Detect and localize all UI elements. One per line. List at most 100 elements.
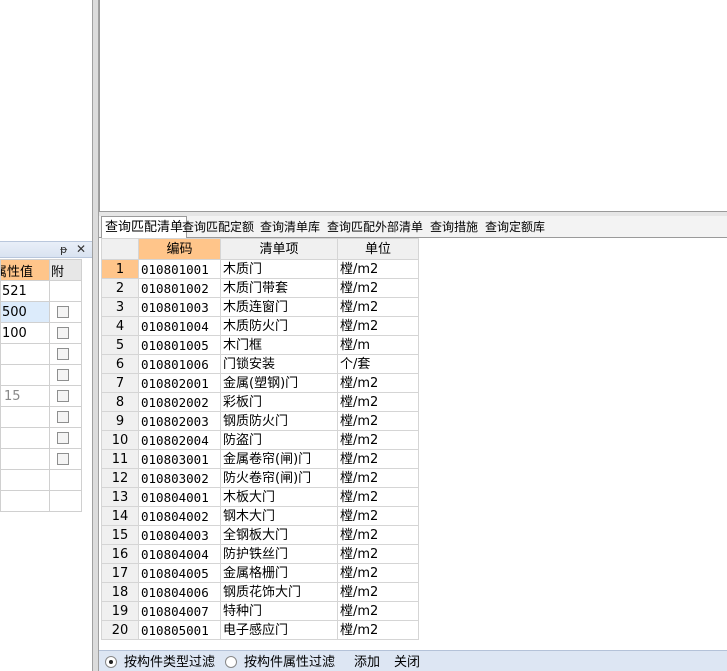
cell-unit[interactable]: 樘/m2 [337,316,419,336]
cell-code[interactable]: 010801001 [138,259,221,279]
cell-unit[interactable]: 樘/m2 [337,449,419,469]
cell-item[interactable]: 特种门 [220,601,338,621]
cell-item[interactable]: 防护铁丝门 [220,544,338,564]
cell-item[interactable]: 电子感应门 [220,620,338,640]
cell-item[interactable]: 木板大门 [220,487,338,507]
row-number[interactable]: 19 [101,601,139,621]
cell-item[interactable]: 金属卷帘(闸)门 [220,449,338,469]
cell-unit[interactable]: 樘/m2 [337,373,419,393]
property-row[interactable] [0,364,82,386]
cell-item[interactable]: 防火卷帘(闸)门 [220,468,338,488]
attach-checkbox[interactable] [57,348,69,360]
property-value[interactable] [0,343,50,365]
cell-item[interactable]: 木质门 [220,259,338,279]
property-value[interactable]: 100 [0,322,50,344]
table-row[interactable]: 10 010802004 防盗门 樘/m2 [101,430,419,450]
table-row[interactable]: 20 010805001 电子感应门 樘/m2 [101,620,419,640]
row-number[interactable]: 8 [101,392,139,412]
table-row[interactable]: 13 010804001 木板大门 樘/m2 [101,487,419,507]
property-row[interactable]: 15 [0,385,82,407]
radio-by-type-label[interactable]: 按构件类型过滤 [124,654,224,671]
row-number[interactable]: 5 [101,335,139,355]
row-number[interactable]: 20 [101,620,139,640]
row-number[interactable]: 17 [101,563,139,583]
cell-unit[interactable]: 樘/m2 [337,582,419,602]
cell-unit[interactable]: 樘/m2 [337,278,419,298]
table-row[interactable]: 11 010803001 金属卷帘(闸)门 樘/m2 [101,449,419,469]
table-row[interactable]: 1 010801001 木质门 樘/m2 [101,259,419,279]
property-value[interactable] [0,427,50,449]
vertical-splitter[interactable] [92,0,99,671]
property-value[interactable] [0,490,50,512]
cell-unit[interactable]: 樘/m2 [337,297,419,317]
row-number[interactable]: 9 [101,411,139,431]
close-button[interactable]: 关闭 [394,654,420,671]
property-value[interactable] [0,469,50,491]
pin-icon[interactable]: ᵽ [60,242,67,257]
header-unit[interactable]: 单位 [337,238,419,260]
radio-by-attr-label[interactable]: 按构件属性过滤 [244,654,344,671]
cell-item[interactable]: 彩板门 [220,392,338,412]
cell-code[interactable]: 010802004 [138,430,221,450]
cell-code[interactable]: 010801005 [138,335,221,355]
row-number[interactable]: 1 [101,259,139,279]
cell-unit[interactable]: 樘/m2 [337,430,419,450]
property-row[interactable] [0,448,82,470]
row-number[interactable]: 2 [101,278,139,298]
cell-code[interactable]: 010804001 [138,487,221,507]
table-row[interactable]: 7 010802001 金属(塑钢)门 樘/m2 [101,373,419,393]
header-item[interactable]: 清单项 [220,238,338,260]
cell-item[interactable]: 木质连窗门 [220,297,338,317]
close-icon[interactable]: ✕ [76,242,86,257]
header-code[interactable]: 编码 [138,238,221,260]
cell-unit[interactable]: 个/套 [337,354,419,374]
tab-query-external-list[interactable]: 查询匹配外部清单 [327,218,423,236]
cell-item[interactable]: 金属格栅门 [220,563,338,583]
cell-code[interactable]: 010802001 [138,373,221,393]
cell-unit[interactable]: 樘/m2 [337,544,419,564]
cell-code[interactable]: 010804006 [138,582,221,602]
property-row[interactable]: 100 [0,322,82,344]
cell-item[interactable]: 钢木大门 [220,506,338,526]
table-row[interactable]: 3 010801003 木质连窗门 樘/m2 [101,297,419,317]
cell-code[interactable]: 010801002 [138,278,221,298]
cell-item[interactable]: 全钢板大门 [220,525,338,545]
cell-code[interactable]: 010802002 [138,392,221,412]
cell-code[interactable]: 010805001 [138,620,221,640]
cell-unit[interactable]: 樘/m2 [337,487,419,507]
row-number[interactable]: 18 [101,582,139,602]
table-row[interactable]: 16 010804004 防护铁丝门 樘/m2 [101,544,419,564]
row-number[interactable]: 3 [101,297,139,317]
attach-checkbox[interactable] [57,390,69,402]
cell-item[interactable]: 钢质防火门 [220,411,338,431]
table-row[interactable]: 18 010804006 钢质花饰大门 樘/m2 [101,582,419,602]
cell-code[interactable]: 010804004 [138,544,221,564]
row-number[interactable]: 11 [101,449,139,469]
table-row[interactable]: 9 010802003 钢质防火门 樘/m2 [101,411,419,431]
cell-unit[interactable]: 樘/m2 [337,259,419,279]
row-number[interactable]: 16 [101,544,139,564]
cell-unit[interactable]: 樘/m2 [337,525,419,545]
attach-checkbox[interactable] [57,453,69,465]
add-button[interactable]: 添加 [354,654,380,671]
cell-code[interactable]: 010801004 [138,316,221,336]
tab-query-measures[interactable]: 查询措施 [430,218,478,236]
cell-code[interactable]: 010804005 [138,563,221,583]
row-number[interactable]: 7 [101,373,139,393]
table-row[interactable]: 15 010804003 全钢板大门 樘/m2 [101,525,419,545]
property-row[interactable] [0,406,82,428]
tab-query-matching-list[interactable]: 查询匹配清单 [101,216,188,238]
cell-code[interactable]: 010804003 [138,525,221,545]
table-row[interactable]: 5 010801005 木门框 樘/m [101,335,419,355]
row-number[interactable]: 14 [101,506,139,526]
tab-query-quota-library[interactable]: 查询定额库 [485,218,545,236]
cell-unit[interactable]: 樘/m2 [337,601,419,621]
attach-checkbox[interactable] [57,411,69,423]
cell-code[interactable]: 010801003 [138,297,221,317]
table-row[interactable]: 4 010801004 木质防火门 樘/m2 [101,316,419,336]
tab-query-matching-quota[interactable]: 查询匹配定额 [182,218,254,236]
cell-code[interactable]: 010803002 [138,468,221,488]
radio-by-type[interactable] [105,656,117,668]
cell-item[interactable]: 木质防火门 [220,316,338,336]
cell-code[interactable]: 010801006 [138,354,221,374]
